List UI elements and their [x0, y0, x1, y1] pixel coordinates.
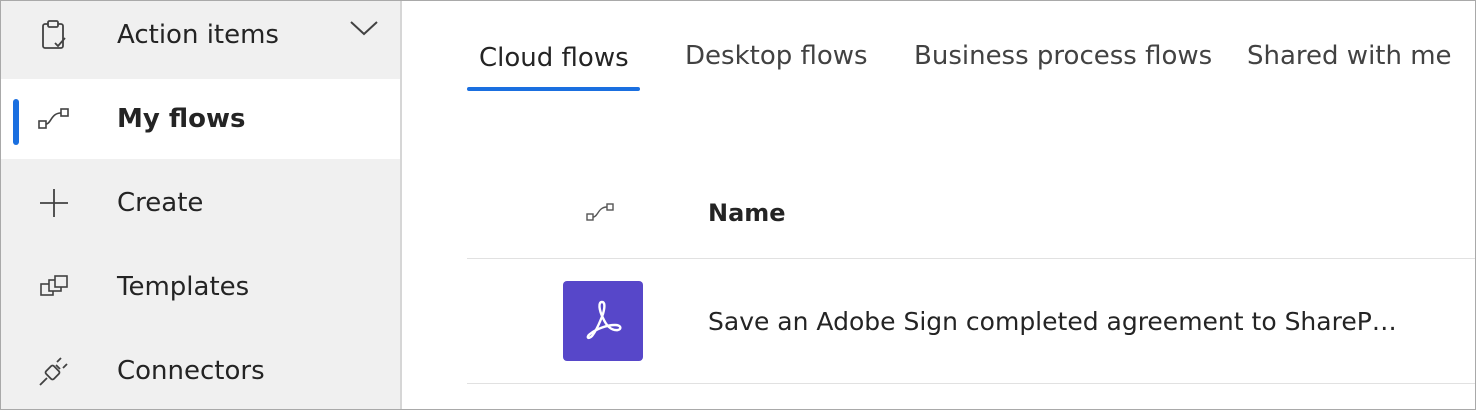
templates-icon	[37, 270, 71, 304]
sidebar-item-label: Action items	[117, 20, 279, 50]
column-header-name[interactable]: Name	[708, 199, 786, 227]
tab-active-underline	[467, 87, 640, 91]
sidebar-item-my-flows[interactable]: My flows	[1, 79, 400, 159]
flow-name[interactable]: Save an Adobe Sign completed agreement t…	[708, 307, 1397, 336]
active-indicator	[13, 99, 19, 145]
tab-shared-with-me[interactable]: Shared with me	[1247, 41, 1452, 71]
sidebar-item-create[interactable]: Create	[1, 163, 400, 243]
sidebar-item-label: Templates	[117, 272, 250, 302]
sidebar-item-label: My flows	[117, 104, 246, 134]
row-divider	[467, 383, 1475, 384]
sidebar-item-label: Connectors	[117, 356, 265, 386]
sidebar-item-action-items[interactable]: Action items	[1, 1, 400, 75]
sidebar-nav: Action items My flows Create Templates C…	[1, 1, 402, 409]
plug-icon	[37, 354, 71, 388]
flow-icon	[586, 201, 616, 227]
sidebar-item-connectors[interactable]: Connectors	[1, 331, 400, 409]
tab-cloud-flows[interactable]: Cloud flows	[479, 43, 629, 73]
tab-desktop-flows[interactable]: Desktop flows	[685, 41, 868, 71]
plus-icon	[37, 186, 71, 220]
tab-business-process-flows[interactable]: Business process flows	[914, 41, 1212, 71]
sidebar-item-templates[interactable]: Templates	[1, 247, 400, 327]
sidebar-item-label: Create	[117, 188, 204, 218]
clipboard-check-icon	[37, 18, 71, 52]
flow-tile	[563, 281, 643, 361]
table-row[interactable]: Save an Adobe Sign completed agreement t…	[467, 259, 1475, 383]
app-window: Action items My flows Create Templates C…	[0, 0, 1476, 410]
adobe-sign-icon	[580, 296, 626, 346]
chevron-down-icon[interactable]	[347, 17, 381, 39]
flow-icon	[37, 102, 71, 136]
